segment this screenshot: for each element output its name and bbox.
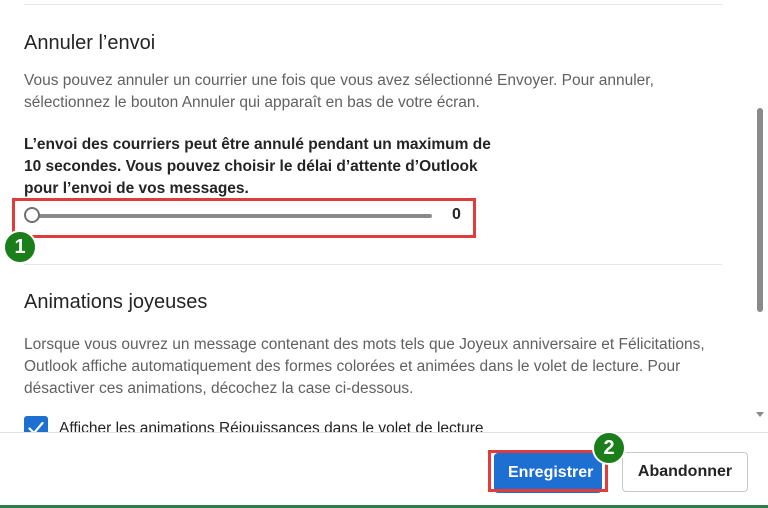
step-2-badge: 2 xyxy=(592,431,626,465)
animations-title: Animations joyeuses xyxy=(24,291,208,313)
discard-button[interactable]: Abandonner xyxy=(622,452,748,492)
scrollbar[interactable] xyxy=(752,0,768,432)
undo-send-description: Vous pouvez annuler un courrier une fois… xyxy=(24,72,654,111)
slider-highlight-box xyxy=(12,198,476,238)
animations-checkbox-label[interactable]: Afficher les animations Réjouissances da… xyxy=(59,420,483,432)
footer-bar: Enregistrer Abandonner xyxy=(0,432,768,508)
section-divider xyxy=(24,264,722,265)
top-divider xyxy=(24,4,722,5)
checkmark-icon xyxy=(28,421,44,432)
chevron-down-icon[interactable] xyxy=(756,412,764,417)
undo-send-limit-text: L’envoi des courriers peut être annulé p… xyxy=(24,136,491,197)
undo-send-title: Annuler l’envoi xyxy=(24,32,156,54)
settings-panel: Annuler l’envoi Vous pouvez annuler un c… xyxy=(0,0,768,508)
animations-description: Lorsque vous ouvrez un message contenant… xyxy=(24,336,705,397)
scrollbar-thumb[interactable] xyxy=(757,108,763,312)
step-1-badge: 1 xyxy=(3,230,37,264)
save-highlight-box xyxy=(488,450,608,492)
animations-checkbox[interactable] xyxy=(24,416,48,432)
